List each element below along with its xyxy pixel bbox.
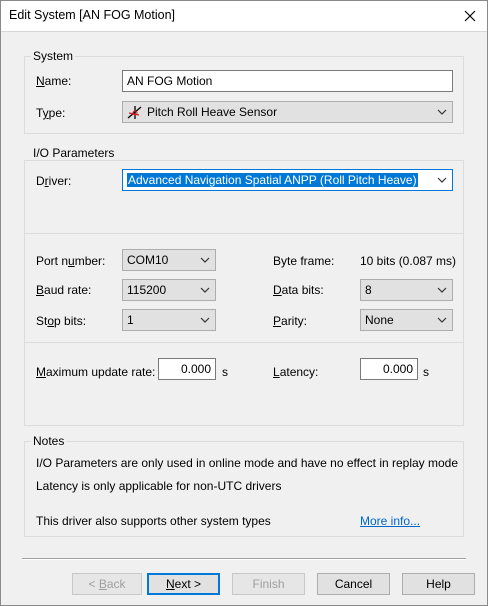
latency-field[interactable]: 0.000: [360, 358, 418, 380]
notes-group-label: Notes: [31, 434, 67, 448]
max-update-rate-field[interactable]: 0.000: [158, 358, 216, 380]
type-select[interactable]: Pitch Roll Heave Sensor: [122, 101, 453, 123]
chevron-down-icon: [437, 287, 447, 293]
window-title: Edit System [AN FOG Motion]: [9, 8, 176, 22]
finish-button[interactable]: Finish: [232, 573, 305, 595]
driver-label: Driver:: [36, 174, 72, 188]
chevron-down-icon: [437, 317, 447, 323]
max-update-rate-label: Maximum update rate:: [36, 365, 156, 379]
data-bits-label: Data bits:: [273, 283, 324, 297]
data-bits-select[interactable]: 8: [360, 279, 453, 301]
help-button[interactable]: Help: [402, 573, 475, 595]
driver-value: Advanced Navigation Spatial ANPP (Roll P…: [127, 173, 418, 187]
back-button[interactable]: < Back: [72, 573, 142, 595]
io-group-label: I/O Parameters: [31, 146, 117, 160]
baud-rate-value: 115200: [127, 283, 167, 297]
byte-frame-label: Byte frame:: [273, 254, 335, 268]
footer-separator: [22, 558, 466, 560]
driver-select[interactable]: Advanced Navigation Spatial ANPP (Roll P…: [122, 169, 453, 191]
pitch-roll-heave-icon: [127, 106, 142, 119]
parity-label: Parity:: [273, 314, 308, 328]
parity-select[interactable]: None: [360, 309, 453, 331]
name-label: Name:: [36, 74, 72, 88]
name-field[interactable]: AN FOG Motion: [122, 70, 453, 92]
stop-bits-label: Stop bits:: [36, 314, 87, 328]
type-label: Type:: [36, 106, 66, 120]
latency-unit: s: [423, 365, 429, 379]
close-icon: [464, 10, 476, 22]
data-bits-value: 8: [365, 283, 372, 297]
system-group-label: System: [31, 49, 76, 63]
cancel-button[interactable]: Cancel: [317, 573, 390, 595]
notes-line-3: This driver also supports other system t…: [36, 514, 271, 528]
notes-line-1: I/O Parameters are only used in online m…: [36, 456, 459, 470]
max-update-rate-unit: s: [222, 365, 228, 379]
latency-label: Latency:: [273, 365, 319, 379]
byte-frame-value: 10 bits (0.087 ms): [360, 254, 457, 268]
io-separator-2: [25, 342, 463, 343]
type-value: Pitch Roll Heave Sensor: [147, 105, 278, 119]
port-number-select[interactable]: COM10: [122, 249, 216, 271]
baud-rate-select[interactable]: 115200: [122, 279, 216, 301]
port-number-label: Port number:: [36, 254, 106, 268]
io-separator-1: [25, 233, 463, 234]
chevron-down-icon: [200, 317, 210, 323]
next-button[interactable]: Next >: [147, 573, 220, 595]
parity-value: None: [365, 313, 394, 327]
notes-line-2: Latency is only applicable for non-UTC d…: [36, 479, 282, 493]
chevron-down-icon: [200, 287, 210, 293]
chevron-down-icon: [200, 257, 210, 263]
chevron-down-icon: [437, 177, 447, 183]
baud-rate-label: Baud rate:: [36, 283, 92, 297]
port-number-value: COM10: [127, 253, 169, 267]
stop-bits-value: 1: [127, 313, 134, 327]
more-info-link[interactable]: More info...: [360, 514, 420, 528]
chevron-down-icon: [437, 109, 447, 115]
close-button[interactable]: [452, 0, 488, 32]
stop-bits-select[interactable]: 1: [122, 309, 216, 331]
